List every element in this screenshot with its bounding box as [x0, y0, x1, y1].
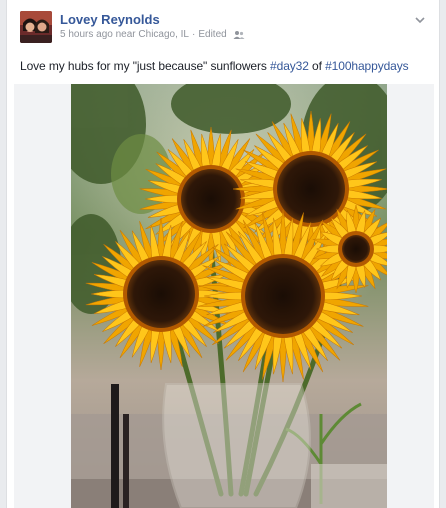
- post-photo[interactable]: [14, 84, 434, 508]
- hashtag-100happydays[interactable]: #100happydays: [325, 59, 409, 73]
- chevron-down-icon[interactable]: [413, 13, 427, 27]
- avatar[interactable]: [20, 11, 52, 43]
- post-message: Love my hubs for my "just because" sunfl…: [20, 59, 431, 73]
- edited-label[interactable]: Edited: [198, 29, 226, 40]
- message-text-middle: of: [308, 59, 326, 73]
- post-meta: 5 hours ago near Chicago, IL · Edited: [60, 29, 245, 40]
- friends-icon[interactable]: [233, 30, 245, 40]
- meta-separator: ·: [192, 29, 196, 40]
- location-prefix: near: [115, 29, 136, 40]
- sunflower-image: [71, 84, 387, 508]
- feed-post: Lovey Reynolds 5 hours ago near Chicago,…: [6, 0, 440, 508]
- post-header: Lovey Reynolds 5 hours ago near Chicago,…: [20, 11, 431, 47]
- post-location[interactable]: Chicago, IL: [138, 29, 189, 40]
- post-timestamp[interactable]: 5 hours ago: [60, 29, 113, 40]
- author-name[interactable]: Lovey Reynolds: [60, 12, 160, 27]
- sunflower-photo[interactable]: [71, 84, 387, 508]
- message-text: Love my hubs for my "just because" sunfl…: [20, 59, 271, 73]
- hashtag-day32[interactable]: #day32: [270, 59, 309, 73]
